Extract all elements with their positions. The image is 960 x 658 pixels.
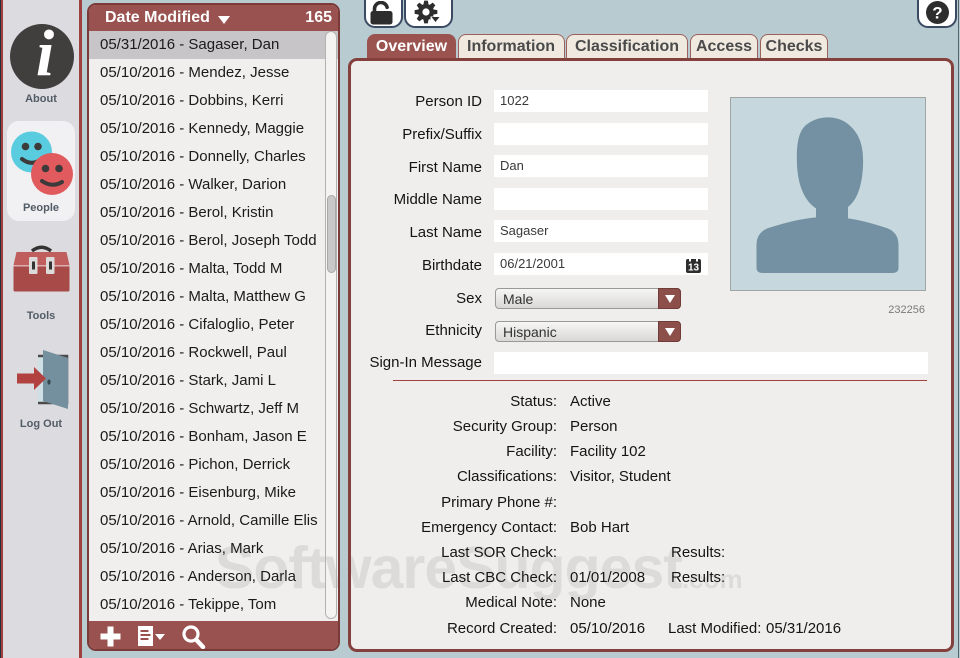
svg-text:13: 13	[688, 262, 700, 273]
svg-text:?: ?	[932, 4, 942, 23]
svg-text:i: i	[36, 24, 55, 89]
